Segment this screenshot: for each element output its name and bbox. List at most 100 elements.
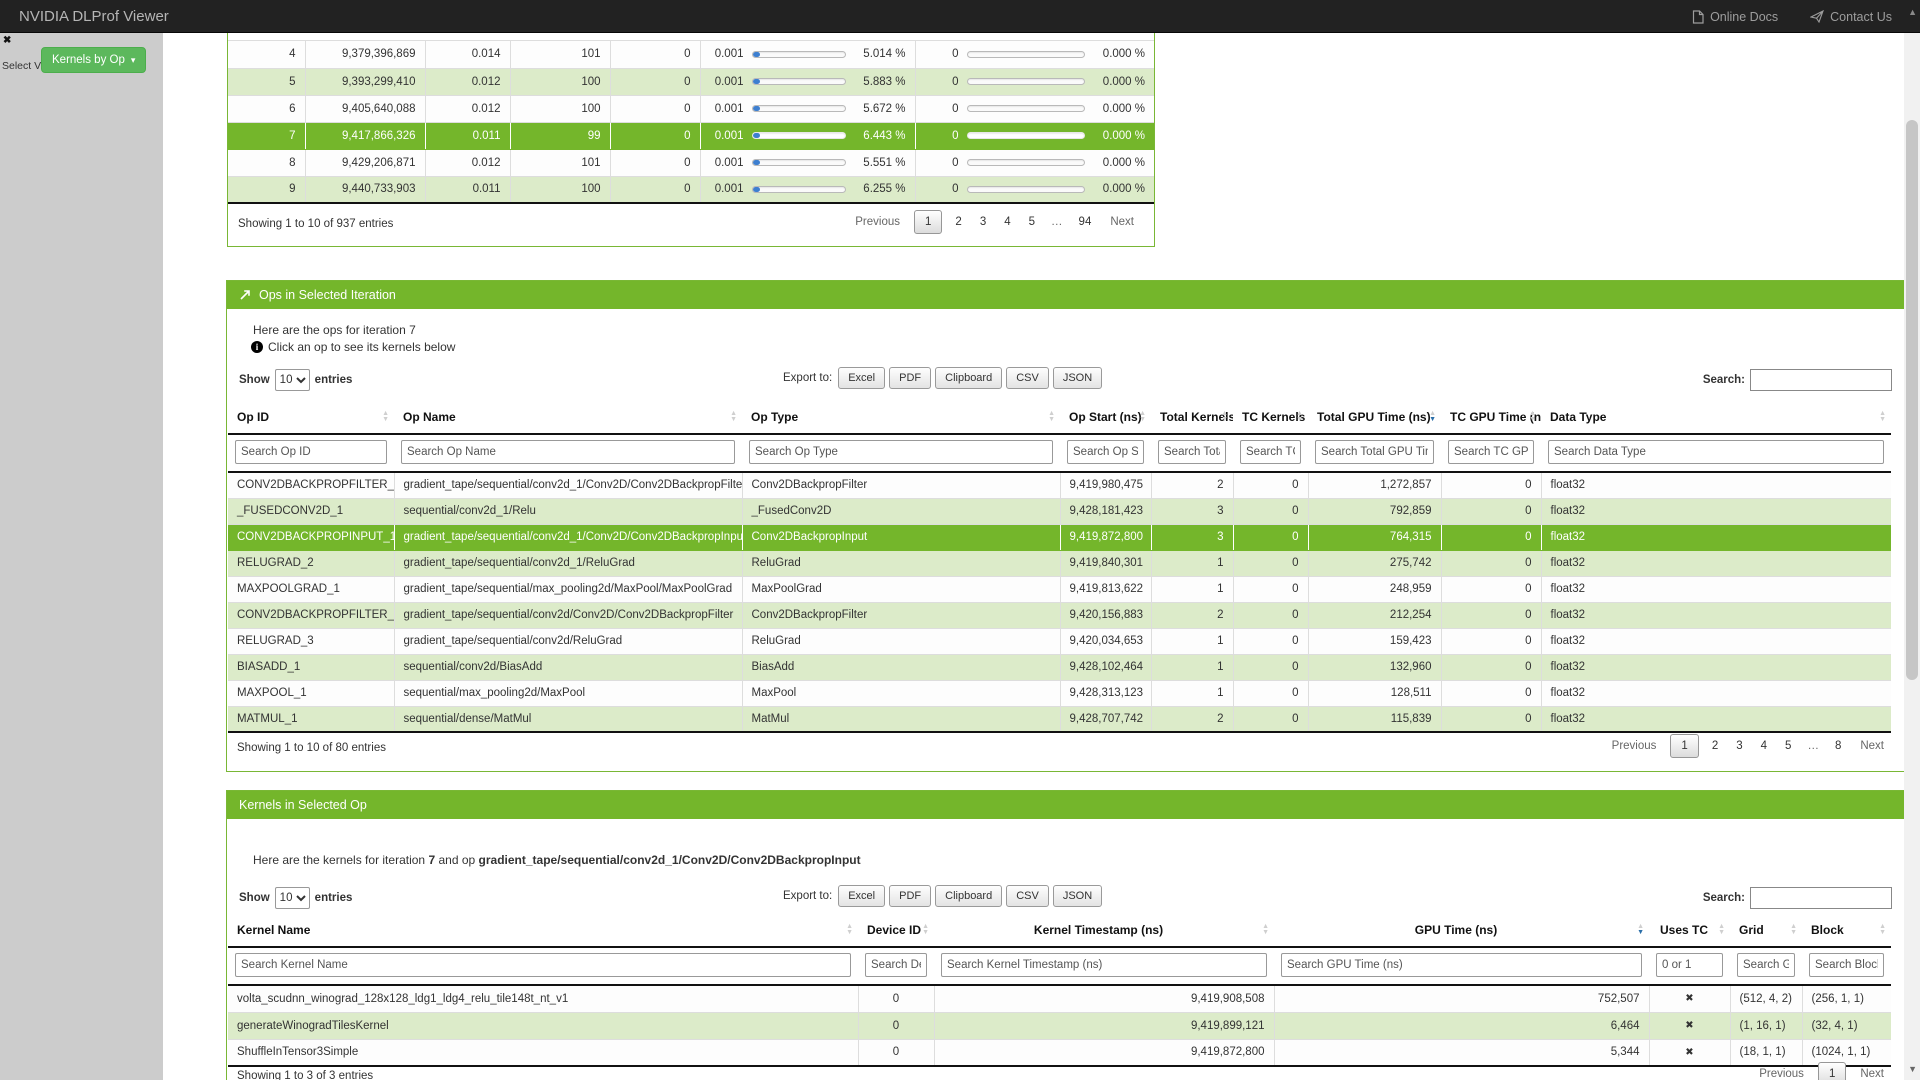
- sort-icon[interactable]: ▲▼: [1296, 411, 1303, 423]
- export-clipboard-button[interactable]: Clipboard: [935, 367, 1002, 389]
- filter-input[interactable]: [1158, 440, 1226, 464]
- table-row[interactable]: _FUSEDCONV2D_1sequential/conv2d_1/Relu_F…: [228, 498, 1891, 524]
- filter-input[interactable]: [235, 440, 387, 464]
- column-header[interactable]: Op Type▲▼: [742, 401, 1060, 434]
- online-docs-link[interactable]: Online Docs: [1692, 10, 1778, 24]
- pagination-page[interactable]: 3: [971, 210, 995, 234]
- pagination-page[interactable]: 5: [1020, 210, 1044, 234]
- export-json-button[interactable]: JSON: [1053, 885, 1102, 907]
- scroll-up-icon[interactable]: ▲: [1908, 7, 1917, 17]
- pagination-previous[interactable]: Previous: [845, 210, 910, 234]
- table-row[interactable]: CONV2DBACKPROPFILTER_1gradient_tape/sequ…: [228, 472, 1891, 498]
- pagination-page[interactable]: 5: [1776, 734, 1800, 758]
- column-header[interactable]: Block▲▼: [1802, 914, 1891, 947]
- export-excel-button[interactable]: Excel: [838, 885, 885, 907]
- pagination-page[interactable]: 8: [1826, 734, 1850, 758]
- column-header[interactable]: Device ID▲▼: [858, 914, 934, 947]
- filter-input[interactable]: [235, 953, 851, 977]
- filter-input[interactable]: [1067, 440, 1144, 464]
- pagination-next[interactable]: Next: [1850, 734, 1894, 758]
- column-header[interactable]: Op ID▲▼: [228, 401, 394, 434]
- table-row[interactable]: RELUGRAD_2gradient_tape/sequential/conv2…: [228, 550, 1891, 576]
- filter-input[interactable]: [1281, 953, 1642, 977]
- export-clipboard-button[interactable]: Clipboard: [935, 885, 1002, 907]
- sort-icon[interactable]: ▲▼: [1879, 924, 1886, 936]
- filter-input[interactable]: [1315, 440, 1434, 464]
- table-row[interactable]: 79,417,866,3260.0119900.0016.443 %00.000…: [228, 122, 1154, 149]
- filter-input[interactable]: [1240, 440, 1301, 464]
- column-header[interactable]: TC GPU Time (ns)▲▼: [1441, 401, 1541, 434]
- filter-input[interactable]: [1448, 440, 1534, 464]
- scrollbar-thumb[interactable]: [1906, 120, 1918, 680]
- pagination-page[interactable]: 2: [946, 210, 970, 234]
- pagination-page[interactable]: 3: [1727, 734, 1751, 758]
- filter-input[interactable]: [401, 440, 735, 464]
- sort-icon[interactable]: ▲▼: [922, 924, 929, 936]
- pagination-current-page[interactable]: 1: [1818, 1062, 1846, 1080]
- table-row[interactable]: CONV2DBACKPROPINPUT_1gradient_tape/seque…: [228, 524, 1891, 550]
- pagination-page[interactable]: 94: [1070, 210, 1101, 234]
- search-input[interactable]: [1750, 369, 1892, 391]
- column-header[interactable]: Data Type▲▼: [1541, 401, 1891, 434]
- filter-input[interactable]: [1548, 440, 1884, 464]
- search-input[interactable]: [1750, 887, 1892, 909]
- sort-icon[interactable]: ▲▼: [1529, 411, 1536, 423]
- column-header[interactable]: Kernel Timestamp (ns)▲▼: [934, 914, 1274, 947]
- table-row[interactable]: 69,405,640,0880.01210000.0015.672 %00.00…: [228, 95, 1154, 122]
- close-icon[interactable]: ✖: [3, 35, 11, 46]
- pagination-next[interactable]: Next: [1100, 210, 1144, 234]
- table-row[interactable]: CONV2DBACKPROPFILTER_2gradient_tape/sequ…: [228, 602, 1891, 628]
- export-csv-button[interactable]: CSV: [1006, 367, 1049, 389]
- sort-icon[interactable]: ▲▼: [1221, 411, 1228, 423]
- pagination-current-page[interactable]: 1: [1670, 734, 1698, 758]
- column-header[interactable]: Op Start (ns)▲▼: [1060, 401, 1151, 434]
- filter-input[interactable]: [941, 953, 1267, 977]
- sort-icon[interactable]: ▲▼: [1262, 924, 1269, 936]
- filter-input[interactable]: [749, 440, 1053, 464]
- sort-icon[interactable]: ▲▼: [1429, 411, 1436, 423]
- sort-icon[interactable]: ▲▼: [1637, 924, 1644, 936]
- filter-input[interactable]: [1737, 953, 1795, 977]
- column-header[interactable]: Total Kernels▲▼: [1151, 401, 1233, 434]
- sort-icon[interactable]: ▲▼: [1718, 924, 1725, 936]
- column-header[interactable]: Op Name▲▼: [394, 401, 742, 434]
- contact-us-link[interactable]: Contact Us: [1810, 10, 1892, 24]
- table-row[interactable]: RELUGRAD_3gradient_tape/sequential/conv2…: [228, 628, 1891, 654]
- column-header[interactable]: Total GPU Time (ns)▲▼: [1308, 401, 1441, 434]
- sort-icon[interactable]: ▲▼: [1879, 411, 1886, 423]
- table-row[interactable]: 49,379,396,8690.01410100.0015.014 %00.00…: [228, 41, 1154, 68]
- column-header[interactable]: Uses TC▲▼: [1649, 914, 1730, 947]
- table-row[interactable]: 89,429,206,8710.01210100.0015.551 %00.00…: [228, 149, 1154, 176]
- export-excel-button[interactable]: Excel: [838, 367, 885, 389]
- export-csv-button[interactable]: CSV: [1006, 885, 1049, 907]
- sort-icon[interactable]: ▲▼: [730, 411, 737, 423]
- column-header[interactable]: Kernel Name▲▼: [228, 914, 858, 947]
- export-json-button[interactable]: JSON: [1053, 367, 1102, 389]
- export-pdf-button[interactable]: PDF: [889, 367, 931, 389]
- scroll-down-icon[interactable]: ▼: [1908, 1064, 1917, 1074]
- table-row[interactable]: MAXPOOLGRAD_1gradient_tape/sequential/ma…: [228, 576, 1891, 602]
- sort-icon[interactable]: ▲▼: [382, 411, 389, 423]
- pagination-page[interactable]: 2: [1703, 734, 1727, 758]
- pagination-previous[interactable]: Previous: [1602, 734, 1667, 758]
- table-row[interactable]: BIASADD_1sequential/conv2d/BiasAddBiasAd…: [228, 654, 1891, 680]
- pagination-current-page[interactable]: 1: [914, 210, 942, 234]
- table-row[interactable]: 59,393,299,4100.01210000.0015.883 %00.00…: [228, 68, 1154, 95]
- pagination-page[interactable]: 4: [995, 210, 1019, 234]
- column-header[interactable]: TC Kernels▲▼: [1233, 401, 1308, 434]
- pagination-next[interactable]: Next: [1850, 1062, 1894, 1080]
- sort-icon[interactable]: ▲▼: [846, 924, 853, 936]
- pagination-previous[interactable]: Previous: [1749, 1062, 1814, 1080]
- pagination-page[interactable]: 4: [1752, 734, 1776, 758]
- filter-input[interactable]: [865, 953, 927, 977]
- export-pdf-button[interactable]: PDF: [889, 885, 931, 907]
- column-header[interactable]: GPU Time (ns)▲▼: [1274, 914, 1649, 947]
- table-row[interactable]: MAXPOOL_1sequential/max_pooling2d/MaxPoo…: [228, 680, 1891, 706]
- filter-input[interactable]: [1656, 953, 1723, 977]
- filter-input[interactable]: [1809, 953, 1884, 977]
- sort-icon[interactable]: ▲▼: [1139, 411, 1146, 423]
- view-select-button[interactable]: Kernels by Op ▾: [41, 47, 146, 73]
- page-size-select[interactable]: 10: [275, 369, 310, 391]
- page-size-select[interactable]: 10: [275, 887, 310, 909]
- table-row[interactable]: 99,440,733,9030.01110000.0016.255 %00.00…: [228, 176, 1154, 203]
